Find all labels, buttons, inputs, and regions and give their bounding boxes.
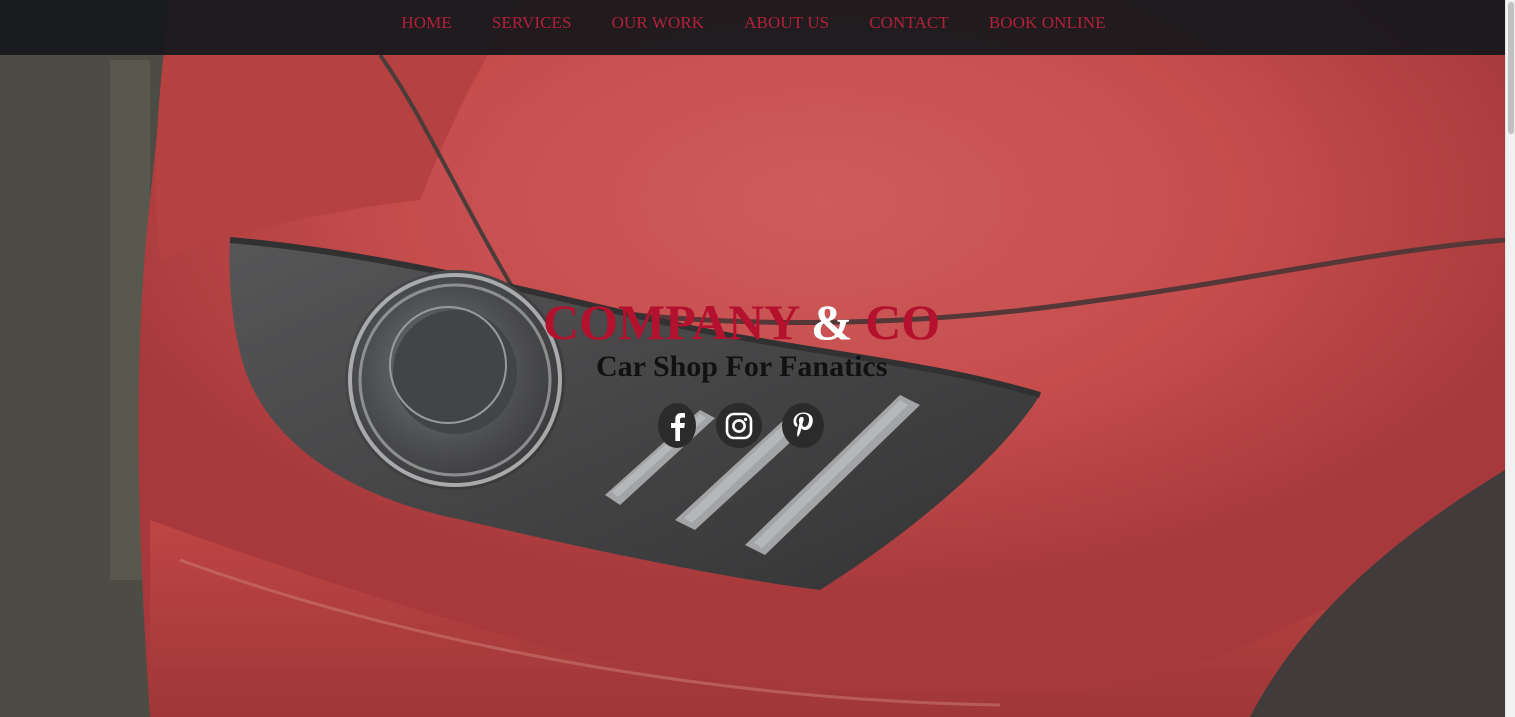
page-scrollbar[interactable] (1505, 0, 1515, 717)
page: HOME SERVICES OUR WORK ABOUT US CONTACT … (0, 0, 1515, 717)
nav-our-work[interactable]: OUR WORK (612, 13, 705, 33)
pinterest-icon[interactable] (782, 403, 824, 448)
nav-about-us[interactable]: ABOUT US (744, 13, 829, 33)
nav-services[interactable]: SERVICES (492, 13, 572, 33)
brand-name: COMPANY (543, 294, 799, 350)
brand-suffix: CO (865, 294, 941, 350)
main-navigation: HOME SERVICES OUR WORK ABOUT US CONTACT … (0, 0, 1505, 55)
scrollbar-thumb[interactable] (1508, 2, 1514, 134)
brand-ampersand: & (811, 294, 853, 350)
brand-title: COMPANY & CO (543, 293, 940, 351)
tagline: Car Shop For Fanatics (596, 350, 888, 383)
nav-contact[interactable]: CONTACT (869, 13, 949, 33)
instagram-icon[interactable] (716, 403, 762, 448)
facebook-icon[interactable] (658, 403, 696, 448)
nav-book-online[interactable]: BOOK ONLINE (989, 13, 1106, 33)
nav-home[interactable]: HOME (401, 13, 451, 33)
